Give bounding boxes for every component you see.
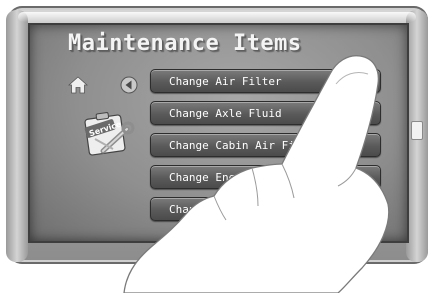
home-icon[interactable]: [68, 75, 88, 95]
menu-item-change-air-filter[interactable]: Change Air Filter: [150, 69, 381, 93]
service-wrench-clipboard-icon: Service: [84, 112, 135, 156]
menu-item-change-axle-fluid[interactable]: Change Axle Fluid: [150, 101, 381, 125]
menu-item-change-engine-coolant[interactable]: Change Engine Coolar: [150, 165, 381, 189]
menu-item-change-engine-oil[interactable]: Change Engi: [150, 197, 381, 221]
bezel-shine: [18, 12, 416, 22]
back-arrow-icon[interactable]: [120, 76, 138, 94]
device-side-button[interactable]: [411, 121, 423, 140]
menu-item-change-cabin-air-filter[interactable]: Change Cabin Air Filte: [150, 133, 381, 157]
bezel-left-edge: [6, 10, 28, 262]
page-title: Maintenance Items: [68, 31, 302, 56]
device-screen: Maintenance Items Service Change Air Fil…: [28, 23, 409, 243]
